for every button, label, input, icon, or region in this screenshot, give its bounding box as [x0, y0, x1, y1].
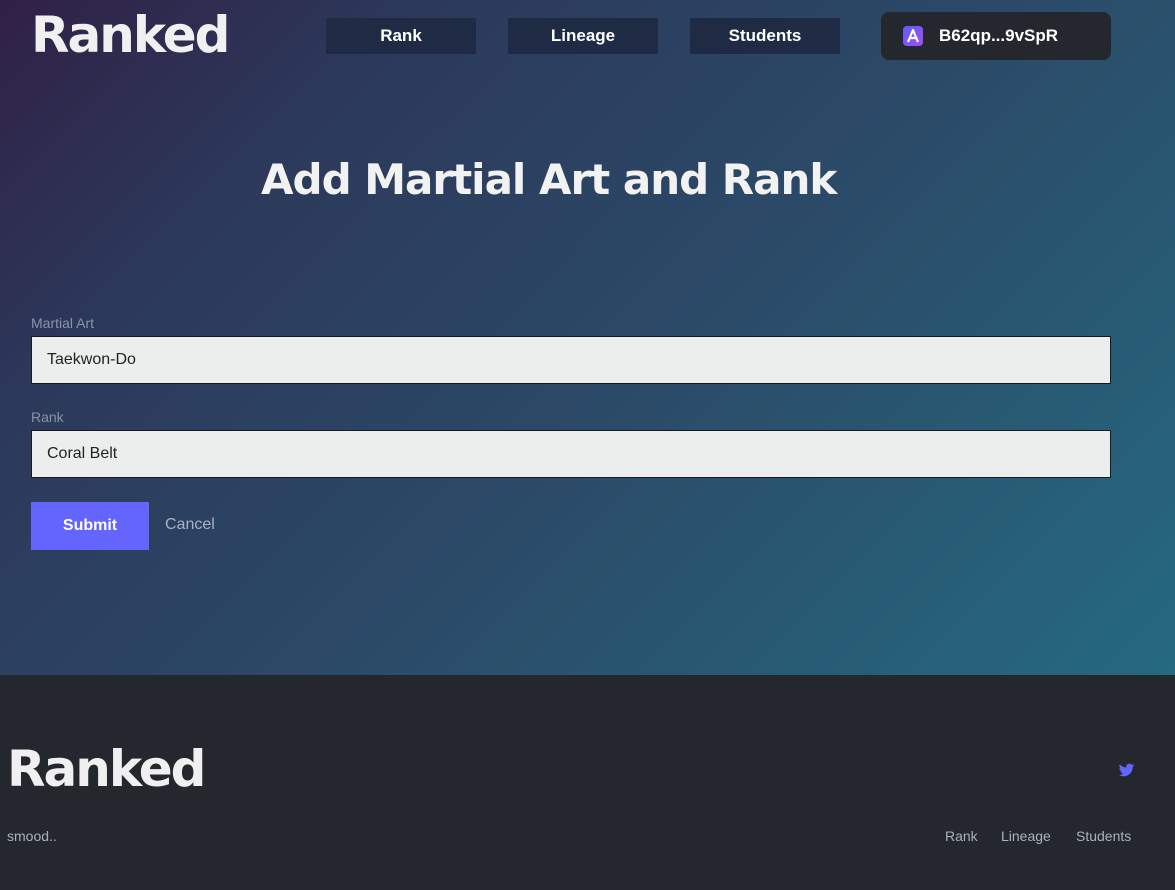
footer-link-lineage[interactable]: Lineage — [1001, 828, 1051, 844]
footer-tagline: smood.. — [7, 828, 57, 844]
wallet-button[interactable]: B62qp...9vSpR — [881, 12, 1111, 60]
martial-art-input[interactable] — [31, 336, 1111, 384]
rank-input[interactable] — [31, 430, 1111, 478]
footer-link-students[interactable]: Students — [1076, 828, 1131, 844]
nav-lineage-button[interactable]: Lineage — [508, 18, 658, 54]
nav-students-button[interactable]: Students — [690, 18, 840, 54]
rank-label: Rank — [31, 409, 64, 425]
footer-link-rank[interactable]: Rank — [945, 828, 978, 844]
footer: Ranked smood.. Rank Lineage Students — [0, 675, 1175, 890]
twitter-icon[interactable] — [1118, 762, 1135, 779]
wallet-address: B62qp...9vSpR — [939, 26, 1059, 45]
cancel-link[interactable]: Cancel — [165, 516, 215, 534]
nav-rank-button[interactable]: Rank — [326, 18, 476, 54]
wallet-logo-icon — [903, 26, 923, 46]
submit-button[interactable]: Submit — [31, 502, 149, 550]
footer-logo[interactable]: Ranked — [7, 740, 206, 798]
hero-section: Ranked Rank Lineage Students B62qp...9vS… — [0, 0, 1175, 675]
site-logo[interactable]: Ranked — [31, 6, 230, 64]
page-title: Add Martial Art and Rank — [261, 155, 837, 204]
martial-art-label: Martial Art — [31, 315, 95, 331]
